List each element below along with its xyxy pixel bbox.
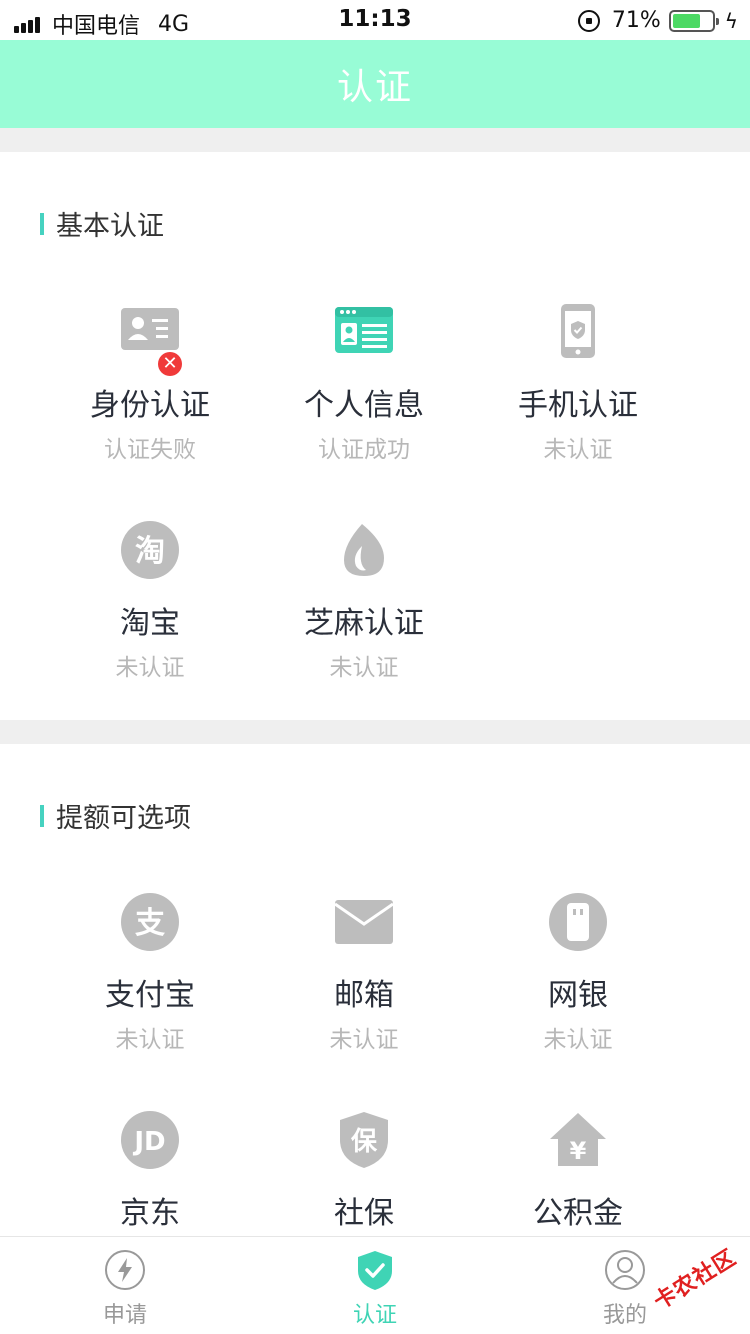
usb-key-icon	[548, 892, 608, 952]
error-badge-icon: ✕	[158, 352, 182, 376]
item-phone-verification[interactable]: 手机认证 未认证	[471, 302, 685, 464]
taobao-glyph: 淘	[135, 534, 165, 569]
sesame-icon	[334, 520, 394, 580]
item-status: 认证成功	[318, 437, 410, 463]
tab-apply[interactable]: 申请	[0, 1249, 250, 1329]
item-alipay[interactable]: 支 支付宝 未认证	[43, 892, 257, 1054]
section-header: 提额可选项	[40, 796, 191, 835]
gjj-glyph: ¥	[570, 1137, 587, 1165]
section-accent-bar	[40, 212, 44, 235]
item-status: 认证失败	[104, 437, 196, 463]
tab-verify[interactable]: 认证	[250, 1249, 500, 1329]
item-status: 未认证	[115, 655, 185, 681]
item-status: 未认证	[329, 655, 399, 681]
alipay-glyph: 支	[135, 906, 165, 941]
page-title: 认证	[336, 67, 413, 108]
item-label: 身份认证	[90, 388, 210, 423]
jd-glyph: JD	[132, 1127, 165, 1157]
jd-icon: JD	[120, 1110, 180, 1170]
item-status: 未认证	[543, 437, 613, 463]
status-bar: 中国电信 4G 11:13 71% ϟ	[0, 0, 750, 40]
item-online-banking[interactable]: 网银 未认证	[471, 892, 685, 1054]
item-label: 手机认证	[518, 388, 638, 423]
status-right: 71% ϟ	[577, 8, 738, 33]
tab-label: 我的	[602, 1303, 647, 1328]
section-accent-bar	[40, 804, 44, 827]
item-status: 未认证	[543, 1027, 613, 1053]
optional-section: 提额可选项 支 支付宝 未认证 邮箱 未认证 网银 未认证 JD 京东 保 社保…	[0, 744, 750, 1236]
item-label: 社保	[334, 1196, 394, 1231]
shebao-glyph: 保	[350, 1127, 378, 1157]
house-icon: ¥	[548, 1110, 608, 1170]
basic-section: 基本认证 ✕ 身份认证 认证失败 个人信息 认证成功 手机认证 未认证 淘 淘宝…	[0, 152, 750, 720]
item-jd[interactable]: JD 京东	[43, 1110, 257, 1232]
item-id-verification[interactable]: ✕ 身份认证 认证失败	[43, 302, 257, 464]
tab-label: 申请	[102, 1303, 147, 1328]
alipay-icon: 支	[120, 892, 180, 952]
item-label: 淘宝	[120, 606, 180, 641]
item-label: 网银	[548, 978, 608, 1013]
tab-label: 认证	[352, 1303, 397, 1328]
item-status: 未认证	[115, 1027, 185, 1053]
section-divider	[0, 128, 750, 152]
item-personal-info[interactable]: 个人信息 认证成功	[257, 302, 471, 464]
charging-icon: ϟ	[724, 8, 738, 33]
section-title: 基本认证	[56, 211, 164, 242]
personal-info-icon	[334, 302, 394, 362]
item-sesame-credit[interactable]: 芝麻认证 未认证	[257, 520, 471, 682]
item-label: 京东	[120, 1196, 180, 1231]
battery-percent: 71%	[611, 8, 661, 33]
battery-icon	[668, 9, 719, 32]
item-label: 邮箱	[334, 978, 394, 1013]
shield-icon: 保	[334, 1110, 394, 1170]
phone-icon	[548, 302, 608, 362]
mail-icon	[334, 892, 394, 952]
item-label: 公积金	[533, 1196, 623, 1231]
section-header: 基本认证	[40, 204, 164, 243]
shield-check-icon	[354, 1249, 396, 1291]
id-card-icon: ✕	[120, 302, 182, 376]
item-housing-fund[interactable]: ¥ 公积金	[471, 1110, 685, 1232]
item-label: 个人信息	[304, 388, 424, 423]
section-title: 提额可选项	[56, 803, 191, 834]
rotation-lock-icon	[577, 9, 600, 32]
item-social-security[interactable]: 保 社保	[257, 1110, 471, 1232]
nav-bar: 认证	[0, 40, 750, 128]
lightning-icon	[104, 1249, 146, 1291]
item-status: 未认证	[329, 1027, 399, 1053]
item-email[interactable]: 邮箱 未认证	[257, 892, 471, 1054]
section-divider	[0, 720, 750, 744]
battery-fill	[672, 13, 700, 28]
tab-bar: 申请 认证 我的	[0, 1236, 750, 1334]
taobao-icon: 淘	[120, 520, 180, 580]
user-icon	[604, 1249, 646, 1291]
item-label: 芝麻认证	[304, 606, 424, 641]
item-taobao[interactable]: 淘 淘宝 未认证	[43, 520, 257, 682]
item-label: 支付宝	[105, 978, 195, 1013]
